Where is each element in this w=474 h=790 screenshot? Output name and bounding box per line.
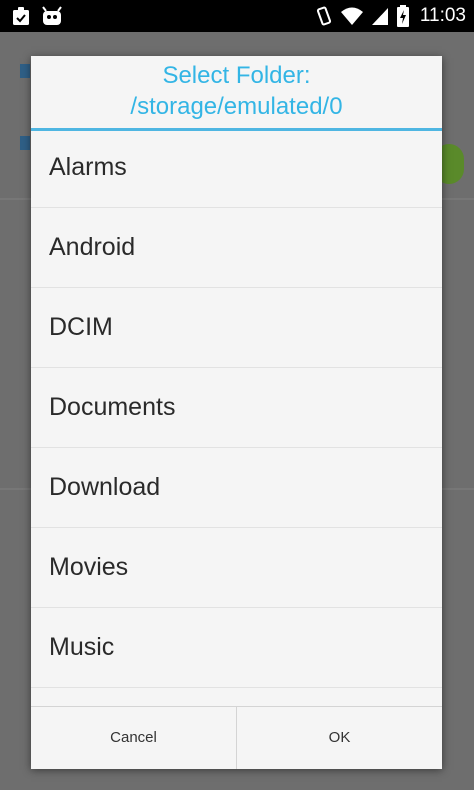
dialog-title-path: /storage/emulated/0 — [130, 93, 343, 120]
folder-item-download[interactable]: Download — [31, 448, 442, 528]
folder-item-android[interactable]: Android — [31, 208, 442, 288]
background-marker — [20, 136, 30, 150]
folder-item-documents[interactable]: Documents — [31, 368, 442, 448]
ok-button[interactable]: OK — [236, 707, 442, 769]
folder-item-alarms[interactable]: Alarms — [31, 128, 442, 208]
dialog-button-bar: Cancel OK — [31, 706, 442, 769]
vibrate-icon — [314, 5, 334, 27]
folder-item-dcim[interactable]: DCIM — [31, 288, 442, 368]
select-folder-dialog: Select Folder: /storage/emulated/0 Alarm… — [31, 56, 442, 769]
android-icon — [40, 5, 64, 27]
dialog-title-line1: Select Folder: — [162, 62, 311, 89]
folder-item-movies[interactable]: Movies — [31, 528, 442, 608]
dialog-title: Select Folder: /storage/emulated/0 — [31, 56, 442, 131]
status-time: 11:03 — [419, 5, 466, 26]
folder-item-music[interactable]: Music — [31, 608, 442, 688]
folder-list[interactable]: Alarms Android DCIM Documents Download M… — [31, 128, 442, 760]
status-bar: 11:03 — [0, 0, 474, 32]
signal-icon — [370, 5, 390, 27]
cancel-button[interactable]: Cancel — [31, 707, 236, 769]
wifi-icon — [340, 5, 364, 27]
background-marker — [20, 64, 30, 78]
battery-charging-icon — [396, 4, 410, 28]
clipboard-check-icon — [10, 5, 32, 27]
